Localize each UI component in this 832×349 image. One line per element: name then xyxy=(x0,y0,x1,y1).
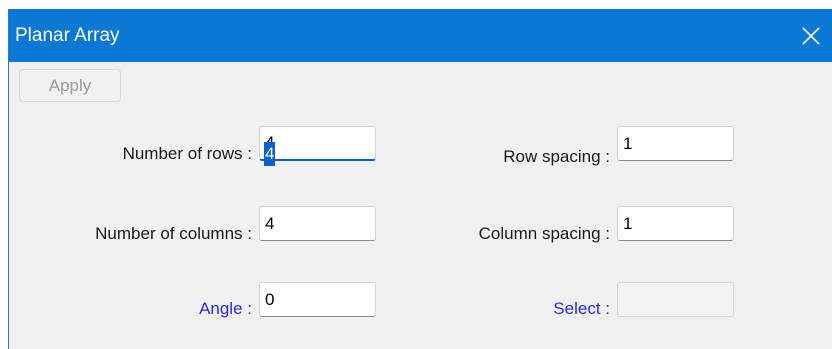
dialog-title: Planar Array xyxy=(15,25,120,46)
close-button[interactable] xyxy=(789,9,832,62)
planar-array-dialog: Planar Array Apply Number of rows : 4 Nu… xyxy=(8,9,832,349)
row-spacing-input[interactable] xyxy=(617,126,734,161)
angle-label[interactable]: Angle : xyxy=(199,299,252,319)
select-input xyxy=(617,282,734,317)
column-spacing-label: Column spacing : xyxy=(478,224,610,243)
columns-label: Number of columns : xyxy=(95,224,252,243)
select-label[interactable]: Select : xyxy=(553,299,610,319)
columns-input[interactable] xyxy=(259,206,376,241)
rows-label: Number of rows : xyxy=(122,144,252,163)
apply-button[interactable]: Apply xyxy=(19,69,121,102)
column-spacing-input[interactable] xyxy=(617,206,734,241)
close-icon xyxy=(802,26,820,45)
title-bar[interactable]: Planar Array xyxy=(9,9,832,62)
angle-input[interactable] xyxy=(259,282,376,317)
rows-input[interactable] xyxy=(259,126,376,161)
row-spacing-label: Row spacing : xyxy=(503,147,610,166)
